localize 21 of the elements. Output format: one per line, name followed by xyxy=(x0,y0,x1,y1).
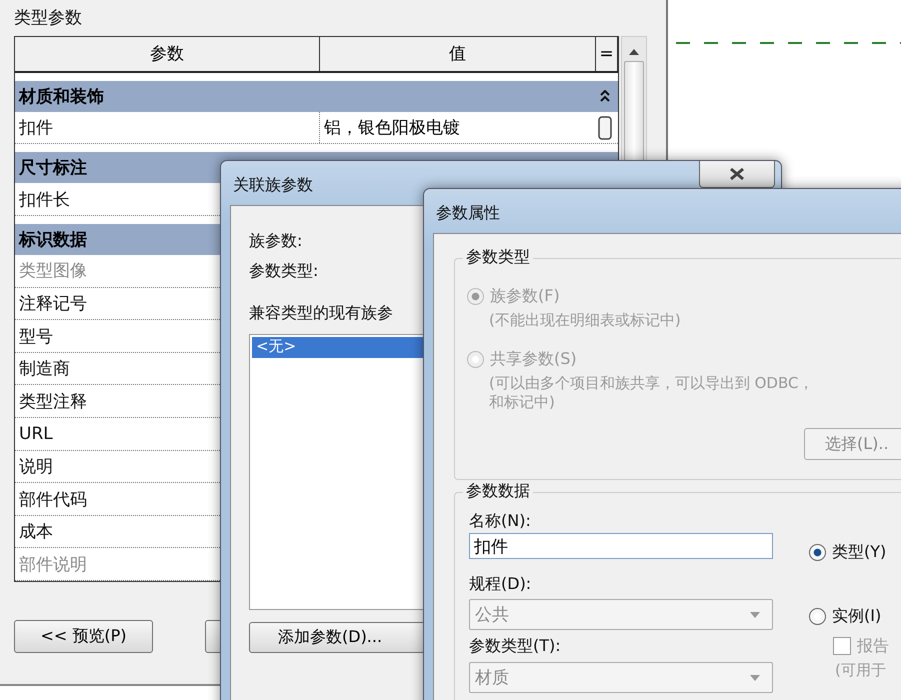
radio-label: 共享参数(S) xyxy=(490,348,577,370)
field-label: 参数类型(T): xyxy=(469,635,561,657)
field-label: 规程(D): xyxy=(469,573,532,595)
field-label: 族参数: xyxy=(249,230,302,252)
group-label: 标识数据 xyxy=(19,229,87,252)
option-note: (可以由多个项目和族共享，可以导出到 ODBC， xyxy=(488,374,814,393)
parameter-value: 铝，银色阳极电镀 xyxy=(324,117,460,140)
radio-label: 族参数(F) xyxy=(490,285,560,307)
option-note: (不能出现在明细表或标记中) xyxy=(488,311,682,330)
checkbox-label: 报告 xyxy=(857,635,889,657)
option-note: 和标记中) xyxy=(488,393,556,412)
group-label: 材质和装饰 xyxy=(19,86,104,108)
radio-label: 实例(I) xyxy=(832,605,882,627)
radio-label: 类型(Y) xyxy=(832,541,886,563)
dialog-title: 参数属性 xyxy=(436,203,500,224)
field-label: 名称(N): xyxy=(469,510,531,532)
parameter-name: 扣件 xyxy=(15,112,320,144)
field-label: 参数类型: xyxy=(249,260,318,282)
group-label: 尺寸标注 xyxy=(19,157,87,180)
checkbox-note: (可用于 xyxy=(834,661,887,680)
section-title: 类型参数 xyxy=(14,7,83,30)
